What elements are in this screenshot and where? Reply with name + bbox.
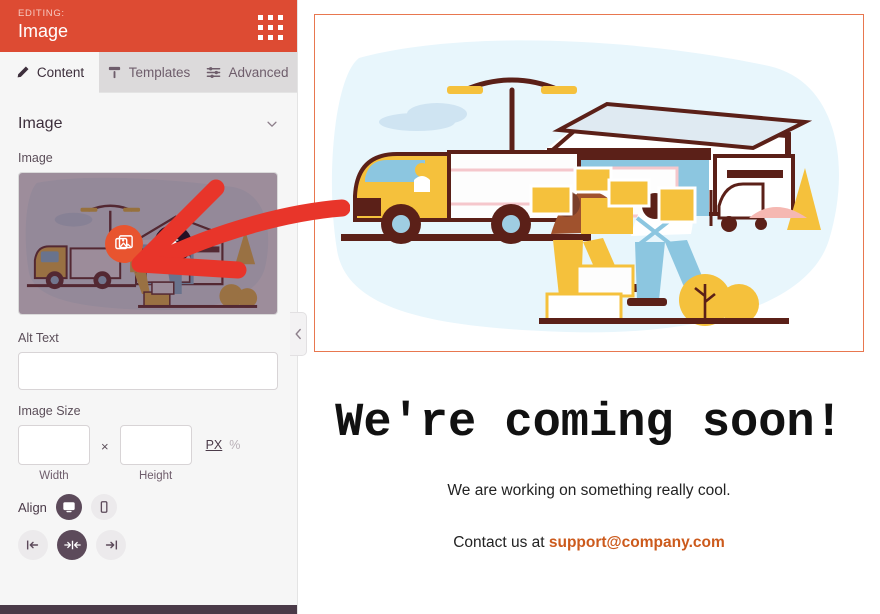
sidebar-body: Image Image Alt Text Image Size Width × … [0,93,297,605]
sidebar-header: EDITING: Image [0,0,297,52]
image-block-selected[interactable] [314,14,864,352]
mobile-icon [100,501,108,513]
desktop-icon [63,502,75,513]
align-center-icon [63,540,81,550]
chevron-left-icon [295,328,301,340]
images-gallery-icon [114,234,133,249]
image-settings-screen: EDITING: Image Content Templates Advance… [0,0,880,614]
align-left-icon [26,540,39,550]
image-field-label: Image [18,151,53,165]
grid-dots-icon[interactable] [258,15,283,40]
thumbnail-actions [19,173,277,314]
align-left-button[interactable] [18,530,48,560]
settings-sidebar: EDITING: Image Content Templates Advance… [0,0,298,614]
contact-line: Contact us at support@company.com [314,534,864,552]
image-section-title: Image [18,115,63,132]
alt-text-input[interactable] [18,352,278,390]
device-mobile-button[interactable] [90,494,117,520]
align-row: Align [18,494,279,520]
sliders-icon [207,66,221,78]
trash-icon [167,237,178,250]
unit-px[interactable]: PX [206,438,223,452]
align-right-icon [105,540,118,550]
tab-templates[interactable]: Templates [99,52,198,93]
editing-label: EDITING: [18,8,65,19]
template-icon [108,66,120,78]
pencil-icon [17,66,29,77]
image-size-controls: Width × Height PX % [18,425,279,482]
sidebar-footer-bar [0,605,297,614]
tab-advanced[interactable]: Advanced [198,52,297,93]
tab-advanced-label: Advanced [228,64,289,80]
settings-tabs: Content Templates Advanced [0,52,297,93]
tab-content-label: Content [36,64,85,80]
align-right-button[interactable] [96,530,126,560]
tab-content[interactable]: Content [0,52,99,93]
align-label: Align [18,499,47,515]
contact-email-link[interactable]: support@company.com [549,534,725,551]
unit-percent[interactable]: % [229,438,240,452]
size-separator: × [101,439,109,454]
size-unit-toggle: PX % [206,438,241,452]
image-height-input[interactable] [119,425,192,465]
width-caption: Width [39,470,69,482]
image-thumbnail[interactable] [18,172,278,315]
contact-prefix: Contact us at [453,534,549,551]
page-preview: We're coming soon! We are working on som… [298,0,880,614]
page-subtitle: We are working on something really cool. [447,482,731,499]
align-options [18,530,279,560]
editing-element-name: Image [18,21,69,41]
alt-text-label: Alt Text [18,331,59,345]
image-width-input[interactable] [18,425,90,465]
chevron-down-icon [267,121,277,127]
align-center-button[interactable] [57,530,87,560]
device-desktop-button[interactable] [55,494,82,520]
hero-illustration [319,18,859,348]
delete-image-button[interactable] [153,224,192,263]
image-section-header[interactable]: Image [18,93,279,151]
height-caption: Height [138,470,173,482]
image-size-label: Image Size [18,404,81,418]
tab-templates-label: Templates [128,64,191,80]
sidebar-collapse-handle[interactable] [290,312,307,356]
replace-image-button[interactable] [104,224,143,263]
page-title: We're coming soon! [335,397,843,450]
